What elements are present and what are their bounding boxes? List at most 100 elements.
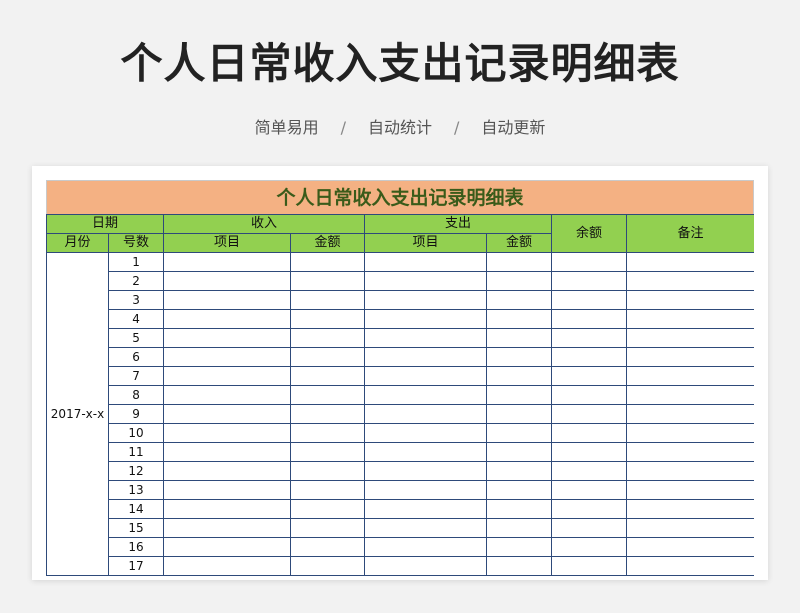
balance-cell[interactable] bbox=[551, 404, 628, 424]
expense-amount-cell[interactable] bbox=[486, 328, 553, 348]
income-amount-cell[interactable] bbox=[290, 442, 366, 462]
notes-cell[interactable] bbox=[626, 309, 754, 329]
expense-amount-cell[interactable] bbox=[486, 537, 553, 557]
day-number-cell[interactable]: 12 bbox=[107, 461, 165, 481]
income-amount-cell[interactable] bbox=[290, 518, 366, 538]
income-item-cell[interactable] bbox=[163, 518, 292, 538]
day-number-cell[interactable]: 7 bbox=[107, 366, 165, 386]
day-number-cell[interactable]: 16 bbox=[107, 537, 165, 557]
income-amount-cell[interactable] bbox=[290, 252, 366, 272]
expense-amount-cell[interactable] bbox=[486, 518, 553, 538]
notes-cell[interactable] bbox=[626, 366, 754, 386]
income-item-cell[interactable] bbox=[163, 404, 292, 424]
notes-cell[interactable] bbox=[626, 271, 754, 291]
expense-item-cell[interactable] bbox=[364, 347, 488, 367]
income-amount-cell[interactable] bbox=[290, 290, 366, 310]
balance-cell[interactable] bbox=[551, 556, 628, 576]
day-number-cell[interactable]: 9 bbox=[107, 404, 165, 424]
balance-cell[interactable] bbox=[551, 366, 628, 386]
income-amount-cell[interactable] bbox=[290, 480, 366, 500]
expense-item-cell[interactable] bbox=[364, 499, 488, 519]
expense-item-cell[interactable] bbox=[364, 271, 488, 291]
day-number-cell[interactable]: 5 bbox=[107, 328, 165, 348]
day-number-cell[interactable]: 4 bbox=[107, 309, 165, 329]
income-amount-cell[interactable] bbox=[290, 556, 366, 576]
balance-cell[interactable] bbox=[551, 328, 628, 348]
notes-cell[interactable] bbox=[626, 499, 754, 519]
expense-item-cell[interactable] bbox=[364, 366, 488, 386]
day-number-cell[interactable]: 6 bbox=[107, 347, 165, 367]
day-number-cell[interactable]: 11 bbox=[107, 442, 165, 462]
day-number-cell[interactable]: 3 bbox=[107, 290, 165, 310]
expense-amount-cell[interactable] bbox=[486, 309, 553, 329]
income-amount-cell[interactable] bbox=[290, 461, 366, 481]
balance-cell[interactable] bbox=[551, 309, 628, 329]
expense-item-cell[interactable] bbox=[364, 537, 488, 557]
expense-amount-cell[interactable] bbox=[486, 366, 553, 386]
income-item-cell[interactable] bbox=[163, 556, 292, 576]
day-number-cell[interactable]: 2 bbox=[107, 271, 165, 291]
income-amount-cell[interactable] bbox=[290, 347, 366, 367]
expense-amount-cell[interactable] bbox=[486, 480, 553, 500]
balance-cell[interactable] bbox=[551, 347, 628, 367]
expense-item-cell[interactable] bbox=[364, 518, 488, 538]
notes-cell[interactable] bbox=[626, 328, 754, 348]
income-amount-cell[interactable] bbox=[290, 309, 366, 329]
notes-cell[interactable] bbox=[626, 480, 754, 500]
day-number-cell[interactable]: 10 bbox=[107, 423, 165, 443]
day-number-cell[interactable]: 13 bbox=[107, 480, 165, 500]
expense-item-cell[interactable] bbox=[364, 328, 488, 348]
day-number-cell[interactable]: 17 bbox=[107, 556, 165, 576]
income-item-cell[interactable] bbox=[163, 442, 292, 462]
balance-cell[interactable] bbox=[551, 461, 628, 481]
expense-amount-cell[interactable] bbox=[486, 290, 553, 310]
income-item-cell[interactable] bbox=[163, 290, 292, 310]
expense-item-cell[interactable] bbox=[364, 385, 488, 405]
expense-item-cell[interactable] bbox=[364, 404, 488, 424]
income-item-cell[interactable] bbox=[163, 385, 292, 405]
income-amount-cell[interactable] bbox=[290, 366, 366, 386]
balance-cell[interactable] bbox=[551, 271, 628, 291]
day-number-cell[interactable]: 8 bbox=[107, 385, 165, 405]
notes-cell[interactable] bbox=[626, 461, 754, 481]
balance-cell[interactable] bbox=[551, 537, 628, 557]
expense-amount-cell[interactable] bbox=[486, 499, 553, 519]
income-amount-cell[interactable] bbox=[290, 423, 366, 443]
expense-item-cell[interactable] bbox=[364, 423, 488, 443]
day-number-cell[interactable]: 14 bbox=[107, 499, 165, 519]
balance-cell[interactable] bbox=[551, 423, 628, 443]
balance-cell[interactable] bbox=[551, 442, 628, 462]
notes-cell[interactable] bbox=[626, 423, 754, 443]
income-amount-cell[interactable] bbox=[290, 271, 366, 291]
notes-cell[interactable] bbox=[626, 347, 754, 367]
month-cell[interactable]: 2017-x-x bbox=[46, 252, 109, 576]
expense-amount-cell[interactable] bbox=[486, 347, 553, 367]
income-item-cell[interactable] bbox=[163, 537, 292, 557]
income-item-cell[interactable] bbox=[163, 252, 292, 272]
income-item-cell[interactable] bbox=[163, 347, 292, 367]
income-amount-cell[interactable] bbox=[290, 404, 366, 424]
notes-cell[interactable] bbox=[626, 290, 754, 310]
income-amount-cell[interactable] bbox=[290, 328, 366, 348]
balance-cell[interactable] bbox=[551, 499, 628, 519]
notes-cell[interactable] bbox=[626, 385, 754, 405]
income-item-cell[interactable] bbox=[163, 461, 292, 481]
balance-cell[interactable] bbox=[551, 290, 628, 310]
income-item-cell[interactable] bbox=[163, 480, 292, 500]
expense-amount-cell[interactable] bbox=[486, 556, 553, 576]
notes-cell[interactable] bbox=[626, 404, 754, 424]
expense-amount-cell[interactable] bbox=[486, 423, 553, 443]
notes-cell[interactable] bbox=[626, 518, 754, 538]
expense-item-cell[interactable] bbox=[364, 442, 488, 462]
expense-amount-cell[interactable] bbox=[486, 385, 553, 405]
expense-amount-cell[interactable] bbox=[486, 442, 553, 462]
expense-item-cell[interactable] bbox=[364, 252, 488, 272]
expense-item-cell[interactable] bbox=[364, 290, 488, 310]
day-number-cell[interactable]: 15 bbox=[107, 518, 165, 538]
income-item-cell[interactable] bbox=[163, 309, 292, 329]
income-item-cell[interactable] bbox=[163, 499, 292, 519]
income-item-cell[interactable] bbox=[163, 366, 292, 386]
expense-item-cell[interactable] bbox=[364, 556, 488, 576]
expense-amount-cell[interactable] bbox=[486, 461, 553, 481]
day-number-cell[interactable]: 1 bbox=[107, 252, 165, 272]
